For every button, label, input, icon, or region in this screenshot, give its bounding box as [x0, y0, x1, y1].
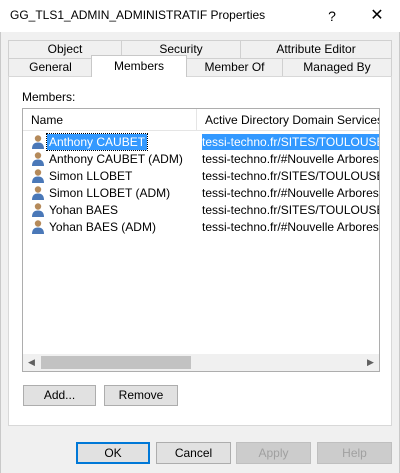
- column-header-name[interactable]: Name: [23, 109, 203, 131]
- user-icon: [31, 185, 45, 201]
- list-item[interactable]: Simon LLOBET tessi-techno.fr/SITES/TOULO…: [23, 168, 379, 185]
- user-icon: [31, 151, 45, 167]
- column-header-ad-folder[interactable]: Active Directory Domain Services Fo: [197, 109, 379, 131]
- member-path: tessi-techno.fr/SITES/TOULOUSE/U: [202, 134, 379, 150]
- user-icon: [31, 134, 45, 150]
- member-path: tessi-techno.fr/#Nouvelle Arborescen: [202, 220, 379, 234]
- title-bar: GG_TLS1_ADMIN_ADMINISTRATIF Properties ?…: [0, 0, 400, 32]
- tab-label: Members: [113, 59, 164, 73]
- member-name: Anthony CAUBET (ADM): [49, 152, 183, 166]
- tab-label: Managed By: [303, 60, 371, 74]
- tab-members[interactable]: Members: [91, 55, 187, 77]
- list-item[interactable]: Anthony CAUBET tessi-techno.fr/SITES/TOU…: [23, 133, 379, 151]
- member-path: tessi-techno.fr/#Nouvelle Arborescen: [202, 186, 379, 200]
- member-path: tessi-techno.fr/SITES/TOULOUSE/U: [202, 203, 379, 217]
- members-list[interactable]: Name Active Directory Domain Services Fo…: [22, 108, 380, 372]
- tab-member-of[interactable]: Member Of: [186, 58, 283, 76]
- tab-label: General: [29, 60, 72, 74]
- list-header: Name Active Directory Domain Services Fo: [23, 109, 379, 131]
- user-icon: [31, 168, 45, 184]
- tab-managed-by[interactable]: Managed By: [282, 58, 392, 76]
- member-name: Anthony CAUBET: [45, 133, 149, 151]
- remove-button[interactable]: Remove: [104, 385, 178, 406]
- cancel-button[interactable]: Cancel: [156, 442, 231, 464]
- member-name: Simon LLOBET (ADM): [49, 186, 171, 200]
- horizontal-scrollbar[interactable]: ◀ ▶: [23, 354, 379, 371]
- scroll-left-icon[interactable]: ◀: [23, 354, 40, 371]
- scrollbar-thumb[interactable]: [41, 356, 191, 369]
- tab-general[interactable]: General: [8, 58, 93, 76]
- member-name: Yohan BAES (ADM): [49, 220, 156, 234]
- member-path: tessi-techno.fr/SITES/TOULOUSE/U: [202, 169, 379, 183]
- list-item[interactable]: Simon LLOBET (ADM) tessi-techno.fr/#Nouv…: [23, 185, 379, 202]
- member-path: tessi-techno.fr/#Nouvelle Arborescen: [202, 152, 379, 166]
- tab-attribute-editor[interactable]: Attribute Editor: [240, 40, 392, 58]
- members-label: Members:: [22, 90, 76, 104]
- scroll-right-icon[interactable]: ▶: [362, 354, 379, 371]
- tab-label: Security: [159, 42, 203, 56]
- list-item[interactable]: Anthony CAUBET (ADM) tessi-techno.fr/#No…: [23, 151, 379, 168]
- user-icon: [31, 202, 45, 218]
- tab-label: Attribute Editor: [276, 42, 356, 56]
- help-button[interactable]: Help: [317, 442, 392, 464]
- window-title: GG_TLS1_ADMIN_ADMINISTRATIF Properties: [10, 8, 266, 22]
- user-icon: [31, 219, 45, 235]
- ok-button[interactable]: OK: [76, 442, 150, 464]
- tab-label: Object: [47, 42, 83, 56]
- tab-label: Member Of: [204, 60, 265, 74]
- help-icon[interactable]: ?: [317, 0, 347, 32]
- close-icon[interactable]: ✕: [360, 0, 394, 32]
- add-button[interactable]: Add...: [23, 385, 96, 406]
- member-name: Yohan BAES: [49, 203, 118, 217]
- member-name: Simon LLOBET: [49, 169, 133, 183]
- list-item[interactable]: Yohan BAES tessi-techno.fr/SITES/TOULOUS…: [23, 202, 379, 219]
- list-item[interactable]: Yohan BAES (ADM) tessi-techno.fr/#Nouvel…: [23, 219, 379, 236]
- apply-button[interactable]: Apply: [236, 442, 311, 464]
